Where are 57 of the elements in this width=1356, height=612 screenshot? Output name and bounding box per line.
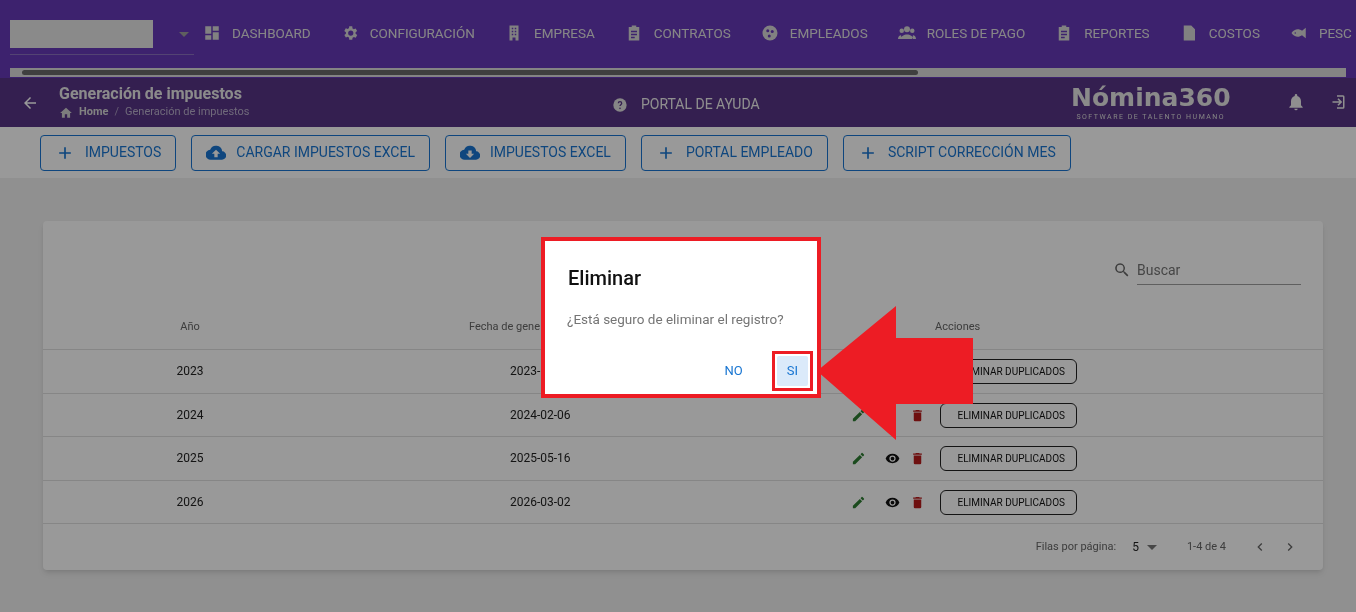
table-cell: 2026-03-02 — [510, 494, 571, 509]
toolbar-button[interactable]: SCRIPT CORRECCIÓN MES — [842, 134, 1071, 171]
rows-per-page-label: Filas por página: — [1035, 538, 1117, 555]
table-cell: 2023 — [176, 364, 204, 379]
breadcrumb-link[interactable]: Home — [79, 104, 109, 121]
toolbar-button[interactable]: IMPUESTOS — [40, 134, 177, 171]
breadcrumb-separator: / — [114, 104, 119, 121]
horizontal-scrollbar[interactable] — [10, 67, 1346, 77]
page-range: 1-4 de 4 — [1186, 538, 1226, 555]
nav-item[interactable]: ROLES DE PAGO — [890, 13, 1033, 53]
dialog-message: ¿Está seguro de eliminar el registro? — [567, 310, 784, 329]
dialog-title: Eliminar — [568, 265, 641, 292]
dashboard-icon — [203, 24, 221, 42]
table-cell: 2026 — [176, 494, 204, 509]
rows-per-page-select[interactable]: 5 — [1132, 538, 1157, 556]
toolbar-button[interactable]: IMPUESTOS EXCEL — [444, 134, 626, 171]
nav-item[interactable]: EMPRESA — [497, 13, 602, 53]
eye-icon[interactable] — [885, 451, 900, 466]
nav-item[interactable]: DASHBOARD — [196, 13, 318, 53]
people-icon — [897, 24, 916, 42]
breadcrumb-current: Generación de impuestos — [125, 104, 250, 121]
pencil-icon[interactable] — [851, 407, 866, 423]
nav-item[interactable]: CONTRATOS — [617, 13, 738, 53]
table-cell: 2025 — [176, 451, 204, 466]
nav-item[interactable]: REPORTES — [1048, 13, 1157, 53]
eliminar-duplicados-button[interactable]: ELIMINAR DUPLICADOS — [940, 489, 1077, 515]
table-cell: 2024 — [176, 407, 204, 422]
table-cell: 2025-05-16 — [510, 451, 571, 466]
search-field[interactable]: Buscar — [1137, 255, 1301, 285]
bell-icon[interactable] — [1286, 92, 1306, 112]
column-header[interactable]: Año — [180, 319, 200, 333]
home-icon — [59, 105, 73, 120]
nav-item[interactable]: CONFIGURACIÓN — [333, 13, 482, 53]
table-cell: 2024-02-06 — [510, 407, 571, 422]
pencil-icon[interactable] — [851, 451, 866, 466]
trash-icon[interactable] — [910, 494, 925, 510]
nav-item[interactable]: PESC — [1282, 13, 1356, 53]
nav-item[interactable]: COSTOS — [1172, 13, 1267, 53]
nav-item[interactable]: EMPLEADOS — [753, 13, 875, 53]
search-icon — [1113, 261, 1131, 279]
page-title: Generación de impuestos — [59, 84, 243, 105]
toolbar-button[interactable]: PORTAL EMPLEADO — [640, 134, 828, 171]
help-link[interactable]: PORTAL DE AYUDA — [612, 94, 760, 115]
column-header[interactable]: Fecha de gene — [469, 319, 540, 333]
help-icon — [612, 96, 628, 113]
caret-icon — [1146, 544, 1157, 550]
brand-logo: Nómina360 — [1071, 84, 1231, 112]
toolbar-button[interactable]: CARGAR IMPUESTOS EXCEL — [191, 134, 430, 171]
table-cell: 2023- — [510, 364, 541, 379]
dialog-button[interactable]: SI — [776, 356, 808, 386]
column-header: Acciones — [935, 319, 981, 333]
trash-icon[interactable] — [910, 451, 925, 466]
pencil-icon[interactable] — [851, 494, 866, 510]
caret-icon — [179, 32, 189, 37]
eliminar-duplicados-button[interactable]: ELIMINAR DUPLICADOS — [940, 446, 1077, 471]
ball-icon — [760, 24, 779, 42]
trash-icon[interactable] — [910, 407, 925, 423]
